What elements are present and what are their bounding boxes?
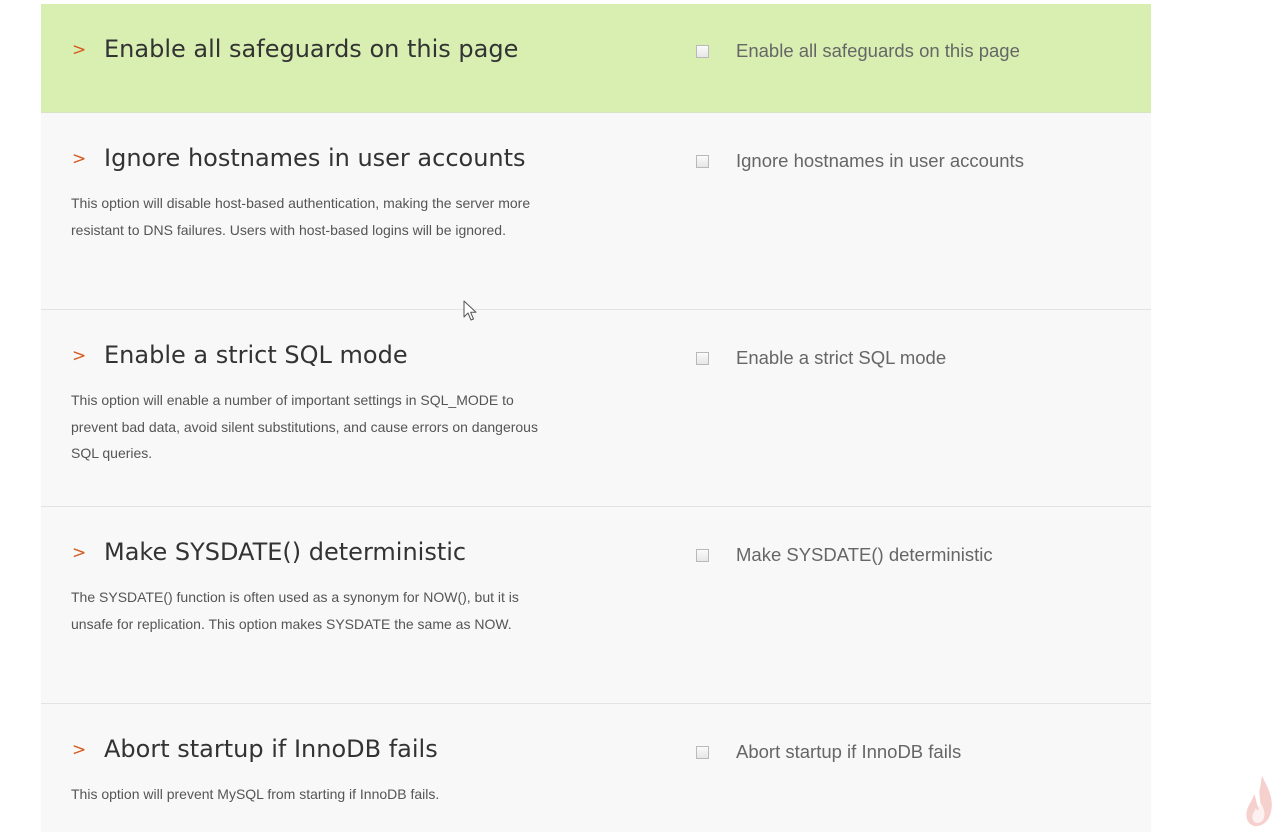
safeguard-description: This option will disable host-based auth… <box>71 195 531 238</box>
option-label[interactable]: Ignore hostnames in user accounts <box>736 150 1024 172</box>
option-label[interactable]: Make SYSDATE() deterministic <box>736 544 993 566</box>
safeguard-option-ignore-hostnames[interactable]: Ignore hostnames in user accounts <box>696 150 1024 172</box>
safeguard-row-all: > Enable all safeguards on this page Enab… <box>41 4 1151 113</box>
safeguard-option-all[interactable]: Enable all safeguards on this page <box>696 40 1020 62</box>
safeguard-title-text: Ignore hostnames in user accounts <box>104 144 526 172</box>
safeguard-title-text: Enable all safeguards on this page <box>104 35 519 63</box>
option-label[interactable]: Abort startup if InnoDB fails <box>736 741 961 763</box>
ignore-hostnames-checkbox[interactable] <box>696 154 709 168</box>
page: > Enable all safeguards on this page Enab… <box>0 0 1274 832</box>
safeguard-description: The SYSDATE() function is often used as … <box>71 589 519 632</box>
safeguard-option-strict-sql[interactable]: Enable a strict SQL mode <box>696 347 946 369</box>
chevron-right-icon: > <box>72 346 87 366</box>
mouse-cursor-icon <box>463 300 477 321</box>
chevron-right-icon: > <box>72 40 87 60</box>
safeguard-title: > Ignore hostnames in user accounts <box>72 143 526 174</box>
safeguard-row-ignore-hostnames: > Ignore hostnames in user accounts This … <box>41 113 1151 310</box>
safeguard-title-text: Enable a strict SQL mode <box>104 341 408 369</box>
safeguard-option-sysdate[interactable]: Make SYSDATE() deterministic <box>696 544 993 566</box>
flame-icon <box>1246 776 1272 827</box>
enable-all-checkbox[interactable] <box>696 44 709 58</box>
chevron-right-icon: > <box>72 149 87 169</box>
safeguard-title-text: Abort startup if InnoDB fails <box>104 735 438 763</box>
safeguard-title-text: Make SYSDATE() deterministic <box>104 538 467 566</box>
option-label[interactable]: Enable all safeguards on this page <box>736 40 1020 62</box>
safeguard-description: This option will prevent MySQL from star… <box>71 786 440 802</box>
safeguard-title: > Abort startup if InnoDB fails <box>72 734 438 765</box>
option-label[interactable]: Enable a strict SQL mode <box>736 347 946 369</box>
safeguard-option-innodb[interactable]: Abort startup if InnoDB fails <box>696 741 961 763</box>
chevron-right-icon: > <box>72 543 87 563</box>
chevron-right-icon: > <box>72 740 87 760</box>
safeguard-row-sysdate: > Make SYSDATE() deterministic The SYSDAT… <box>41 507 1151 704</box>
safeguard-row-innodb: > Abort startup if InnoDB fails This opti… <box>41 704 1151 832</box>
safeguard-description: This option will enable a number of impo… <box>71 392 538 461</box>
safeguard-row-strict-sql: > Enable a strict SQL mode This option wi… <box>41 310 1151 507</box>
strict-sql-checkbox[interactable] <box>696 351 709 365</box>
safeguard-title: > Enable a strict SQL mode <box>72 340 408 371</box>
safeguard-title: > Make SYSDATE() deterministic <box>72 537 466 568</box>
safeguard-title: > Enable all safeguards on this page <box>72 34 518 65</box>
safeguards-panel: > Enable all safeguards on this page Enab… <box>41 4 1151 832</box>
sysdate-checkbox[interactable] <box>696 548 709 562</box>
innodb-checkbox[interactable] <box>696 745 709 759</box>
